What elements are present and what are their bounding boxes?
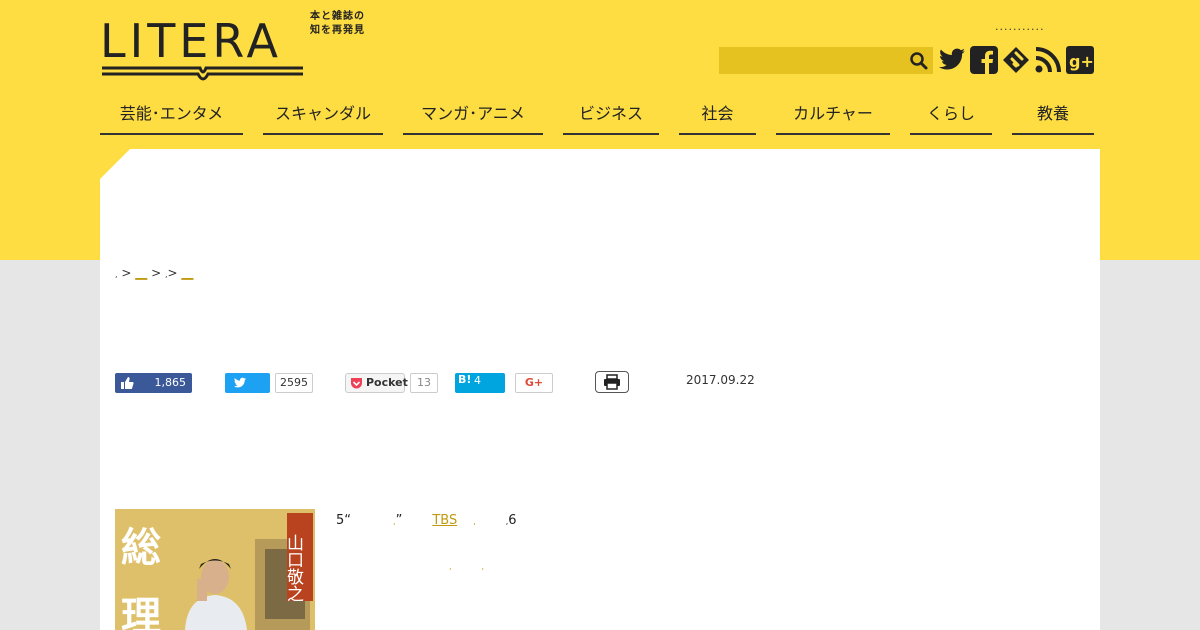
nav-manga-anime[interactable]: マンガ･アニメ [403, 100, 543, 135]
site-logo[interactable]: LITERA 本と雑誌の 知を再発見 [100, 11, 390, 86]
pocket-button[interactable]: Pocket [345, 373, 408, 393]
search-icon[interactable] [909, 51, 929, 71]
nav-education[interactable]: 教養 [1012, 100, 1094, 135]
nav-culture[interactable]: カルチャー [776, 100, 890, 135]
search-box [719, 47, 933, 74]
facebook-icon[interactable] [969, 45, 999, 75]
logo-tagline: 本と雑誌の 知を再発見 [310, 11, 365, 36]
breadcrumb: , > __ > ,> __ [115, 266, 194, 280]
search-input[interactable] [719, 47, 909, 74]
book-icon [102, 66, 303, 81]
thumbs-up-icon [121, 377, 134, 389]
google-plus-button[interactable]: G+ [515, 373, 553, 393]
facebook-like-button[interactable]: 1,865 [115, 373, 192, 393]
google-plus-icon[interactable]: g+ [1065, 45, 1095, 75]
rss-icon[interactable] [1033, 45, 1063, 75]
nav-entertainment[interactable]: 芸能･エンタメ [100, 100, 243, 135]
nav-society[interactable]: 社会 [679, 100, 756, 135]
svg-text:総: 総 [121, 524, 161, 571]
printer-icon [604, 374, 620, 390]
tweet-button[interactable] [225, 373, 270, 393]
article-date: 2017.09.22 [686, 373, 755, 387]
book-cover-illustration: 総 理 山口敬之 [115, 509, 315, 630]
tweet-count: 2595 [275, 373, 313, 393]
book-author-text: 山口敬之 [283, 534, 304, 602]
twitter-icon[interactable] [937, 45, 967, 75]
svg-text:g+: g+ [1069, 52, 1094, 71]
book-cover-image[interactable]: 総 理 山口敬之 [115, 509, 315, 630]
print-button[interactable] [595, 371, 629, 393]
article-body-line-2: ,, [449, 562, 485, 571]
breadcrumb-link-1[interactable]: __ [135, 266, 147, 280]
header-dots: ........... [995, 20, 1045, 33]
breadcrumb-link-2[interactable]: __ [181, 266, 193, 280]
logo-wordmark: LITERA [100, 14, 282, 68]
nav-business[interactable]: ビジネス [563, 100, 659, 135]
pocket-count: 13 [410, 373, 438, 393]
nav-scandal[interactable]: スキャンダル [263, 100, 383, 135]
hatena-bookmark-button[interactable]: B! 4 [455, 373, 505, 393]
svg-text:理: 理 [121, 593, 161, 630]
feedly-icon[interactable] [1001, 45, 1031, 75]
article-body-line-1: 5“,” TBS, ,6 [336, 513, 517, 528]
tbs-link[interactable]: TBS [432, 513, 457, 528]
card-fold-corner [100, 149, 130, 179]
twitter-icon [233, 377, 247, 388]
nav-lifestyle[interactable]: くらし [910, 100, 992, 135]
pocket-icon [351, 378, 362, 389]
